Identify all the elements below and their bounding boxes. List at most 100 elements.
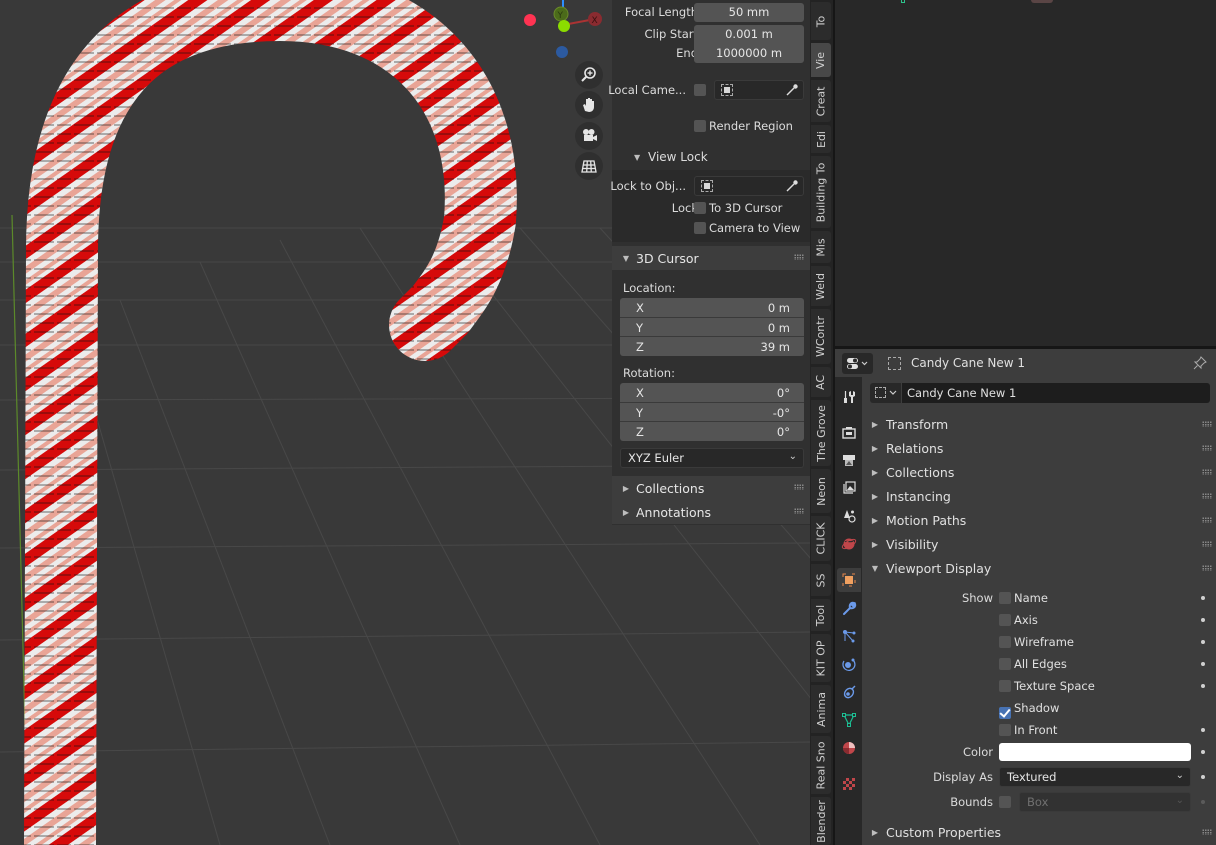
lock-to-cursor-checkbox[interactable] [694, 202, 706, 214]
3d-cursor-panel-header[interactable]: ▼ 3D Cursor [612, 246, 810, 270]
panel-motion-paths[interactable]: ▶ Motion Paths [862, 508, 1216, 532]
tab-edit[interactable]: Edi [811, 125, 831, 153]
editor-type-button[interactable] [842, 353, 873, 374]
tab-kit-op[interactable]: KIT OP [811, 634, 831, 682]
navigation-gizmo[interactable]: Y X [520, 0, 610, 65]
tab-building-tools[interactable]: Building To [811, 156, 831, 228]
tab-object[interactable] [837, 568, 861, 592]
cursor-location-y[interactable]: Y 0 m [620, 317, 804, 337]
object-name-field[interactable]: Candy Cane New 1 [902, 383, 1210, 403]
focal-length-field[interactable]: 50 mm [694, 2, 804, 22]
ortho-toggle-button[interactable] [575, 152, 603, 180]
tab-modifiers[interactable] [837, 596, 861, 620]
tab-to[interactable]: To [811, 2, 831, 40]
cursor-rotation-y[interactable]: Y -0° [620, 402, 804, 422]
keyframe-dot-icon[interactable] [1201, 640, 1205, 644]
tab-tool-settings[interactable] [837, 385, 861, 409]
panel-collections[interactable]: ▶ Collections [862, 460, 1216, 484]
panel-instancing[interactable]: ▶ Instancing [862, 484, 1216, 508]
drag-grip-icon[interactable] [1202, 421, 1212, 427]
local-camera-field[interactable] [714, 80, 804, 100]
clip-start-field[interactable]: 0.001 m [694, 24, 804, 44]
tab-constraints[interactable] [837, 680, 861, 704]
drag-grip-icon[interactable] [1202, 541, 1212, 547]
tab-particles[interactable] [837, 624, 861, 648]
pan-button[interactable] [575, 91, 603, 119]
tab-misc[interactable]: Mis [811, 231, 831, 263]
tab-weld[interactable]: Weld [811, 266, 831, 306]
tab-data[interactable] [837, 708, 861, 732]
tab-click[interactable]: CLICK [811, 516, 831, 561]
tab-real-snow[interactable]: Real Sno [811, 736, 831, 794]
view-lock-header[interactable]: ▼ View Lock [612, 146, 810, 168]
tab-tool[interactable]: Tool [811, 599, 831, 631]
tab-output[interactable] [837, 448, 861, 472]
keyframe-dot-icon[interactable] [1201, 662, 1205, 666]
tab-material[interactable] [837, 736, 861, 760]
keyframe-dot-icon[interactable] [1201, 750, 1205, 754]
tab-physics[interactable] [837, 652, 861, 676]
zoom-button[interactable] [575, 61, 603, 89]
show-shadow-checkbox[interactable] [999, 707, 1011, 719]
tab-animation[interactable]: Anima [811, 685, 831, 733]
cursor-rotation-z[interactable]: Z 0° [620, 421, 804, 441]
tab-ac[interactable]: AC [811, 367, 831, 397]
tab-wcontrol[interactable]: WContr [811, 309, 831, 364]
tab-view-layer[interactable] [837, 476, 861, 500]
panel-viewport-display[interactable]: ▼ Viewport Display [862, 556, 1216, 580]
drag-grip-icon[interactable] [794, 254, 804, 260]
collections-panel-header[interactable]: ▶ Collections [612, 476, 810, 500]
cursor-location-z[interactable]: Z 39 m [620, 336, 804, 356]
lock-to-object-field[interactable] [694, 176, 804, 196]
drag-grip-icon[interactable] [1202, 517, 1212, 523]
drag-grip-icon[interactable] [1202, 829, 1212, 835]
local-camera-checkbox[interactable] [694, 84, 706, 96]
camera-to-view-checkbox[interactable] [694, 222, 706, 234]
show-wireframe-checkbox[interactable] [999, 636, 1011, 648]
tab-ss[interactable]: SS [811, 564, 831, 596]
rotation-mode-dropdown[interactable]: XYZ Euler ⌄ [620, 448, 804, 468]
panel-transform[interactable]: ▶ Transform [862, 412, 1216, 436]
cursor-location-x[interactable]: X 0 m [620, 298, 804, 318]
cursor-rotation-x[interactable]: X 0° [620, 383, 804, 403]
display-as-dropdown[interactable]: Textured ⌄ [999, 767, 1191, 787]
tab-the-grove[interactable]: The Grove [811, 400, 831, 466]
tab-scene[interactable] [837, 504, 861, 528]
eyedropper-icon[interactable] [785, 179, 799, 193]
drag-grip-icon[interactable] [794, 508, 804, 514]
panel-relations[interactable]: ▶ Relations [862, 436, 1216, 460]
eyedropper-icon[interactable] [785, 83, 799, 97]
keyframe-dot-icon[interactable] [1201, 596, 1205, 600]
pin-icon[interactable] [1192, 355, 1208, 371]
panel-custom-properties[interactable]: ▶ Custom Properties [862, 820, 1216, 844]
camera-view-button[interactable] [575, 122, 603, 150]
show-name-checkbox[interactable] [999, 592, 1011, 604]
tab-neon[interactable]: Neon [811, 469, 831, 513]
clip-end-field[interactable]: 1000000 m [694, 43, 804, 63]
tab-create[interactable]: Creat [811, 80, 831, 122]
keyframe-dot-icon[interactable] [1201, 684, 1205, 688]
tab-world[interactable] [837, 532, 861, 556]
outliner[interactable] [835, 0, 1216, 346]
panel-visibility[interactable]: ▶ Visibility [862, 532, 1216, 556]
drag-grip-icon[interactable] [1202, 445, 1212, 451]
drag-grip-icon[interactable] [794, 484, 804, 490]
tab-render[interactable] [837, 420, 861, 444]
keyframe-dot-icon[interactable] [1201, 775, 1205, 779]
color-swatch[interactable] [999, 743, 1191, 761]
drag-grip-icon[interactable] [1202, 469, 1212, 475]
annotations-panel-header[interactable]: ▶ Annotations [612, 500, 810, 524]
keyframe-dot-icon[interactable] [1201, 618, 1205, 622]
drag-grip-icon[interactable] [1202, 565, 1212, 571]
object-browse-button[interactable] [870, 383, 901, 403]
keyframe-dot-icon[interactable] [1201, 728, 1205, 732]
show-texture-space-checkbox[interactable] [999, 680, 1011, 692]
show-in-front-checkbox[interactable] [999, 724, 1011, 736]
tab-view[interactable]: Vie [811, 43, 831, 77]
drag-grip-icon[interactable] [1202, 493, 1212, 499]
tab-texture[interactable] [837, 772, 861, 796]
render-region-checkbox[interactable] [694, 120, 706, 132]
show-axis-checkbox[interactable] [999, 614, 1011, 626]
bounds-checkbox[interactable] [999, 796, 1011, 808]
show-all-edges-checkbox[interactable] [999, 658, 1011, 670]
